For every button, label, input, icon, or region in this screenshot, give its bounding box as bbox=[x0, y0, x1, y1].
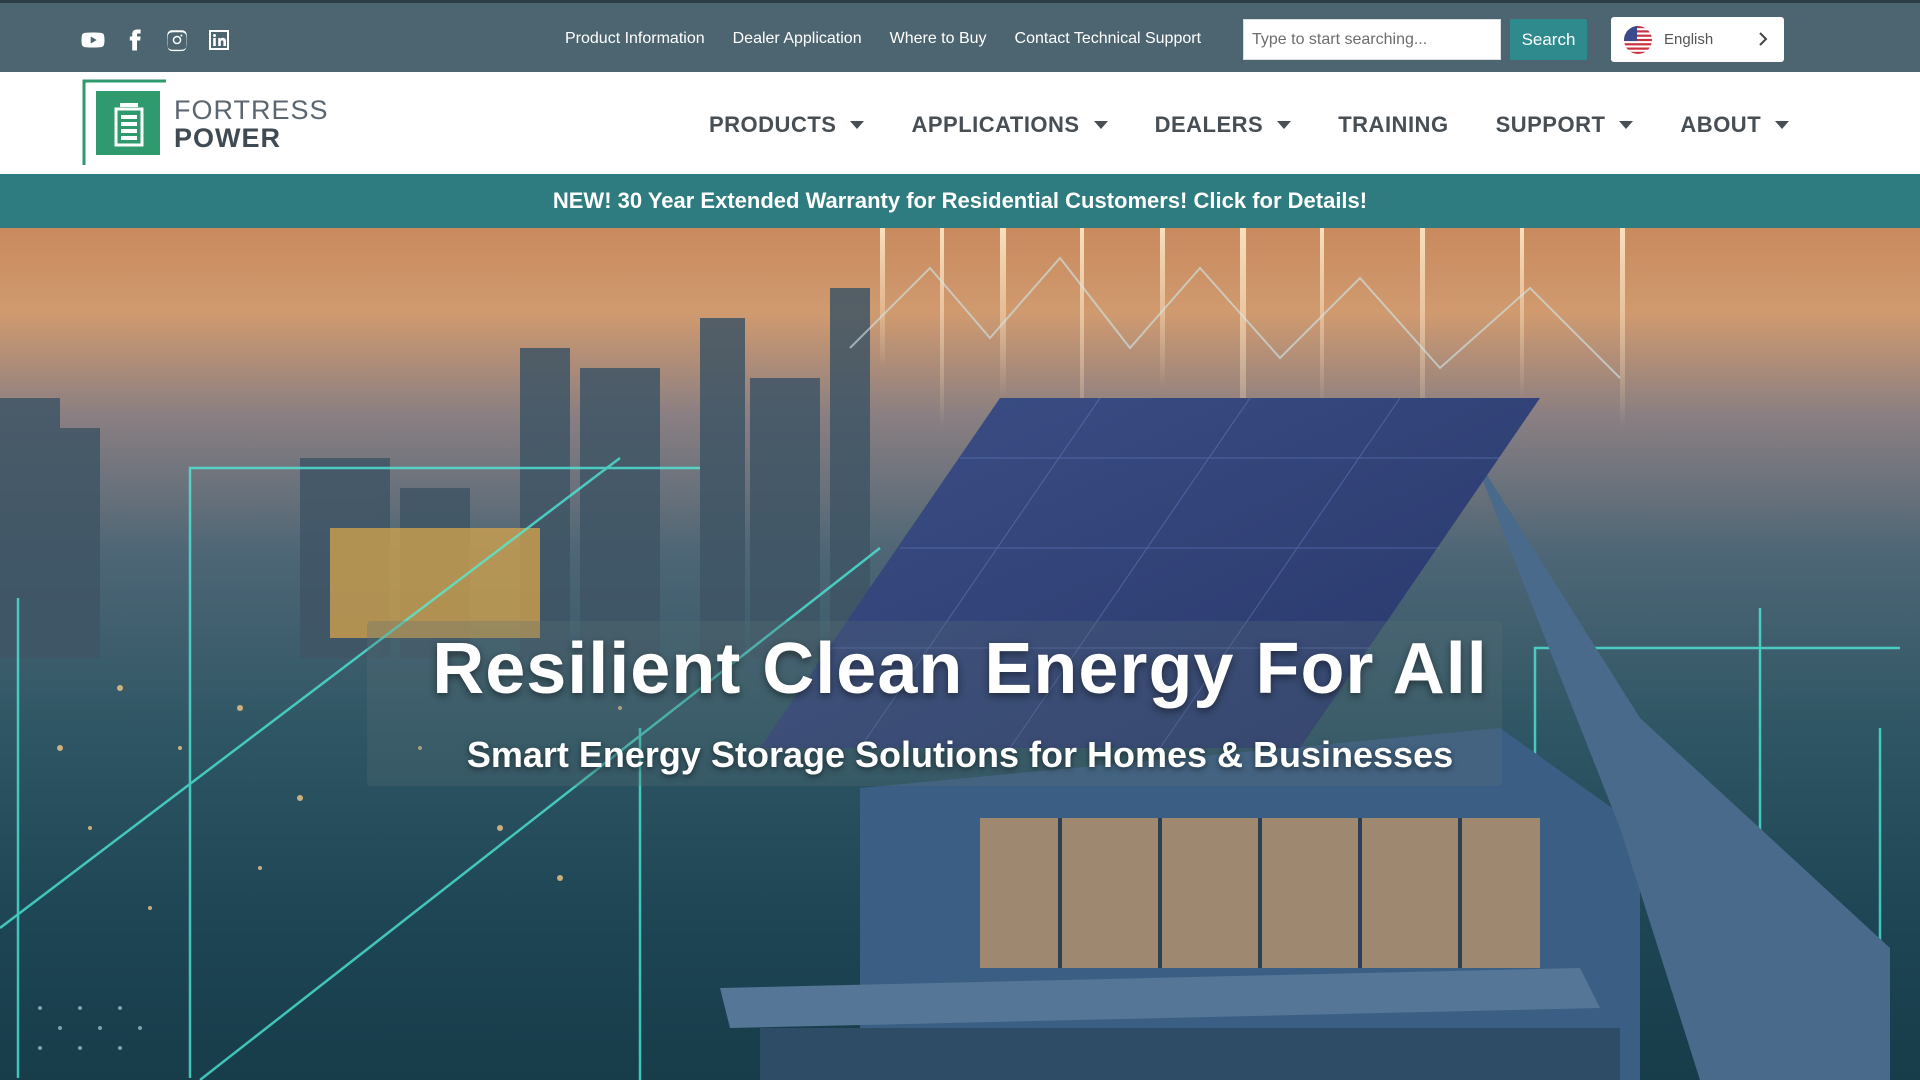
top-utility-bar: Product Information Dealer Application W… bbox=[0, 0, 1920, 72]
contact-technical-support-link[interactable]: Contact Technical Support bbox=[1015, 30, 1201, 48]
nav-label: SUPPORT bbox=[1495, 112, 1606, 137]
logo-text-line2: POWER bbox=[174, 123, 282, 153]
caret-down-icon bbox=[850, 121, 865, 129]
main-navigation: FORTRESS POWER PRODUCTS APPLICATIONS DEA… bbox=[0, 72, 1920, 174]
nav-label: PRODUCTS bbox=[709, 112, 837, 137]
nav-label: DEALERS bbox=[1154, 112, 1264, 137]
nav-products[interactable]: PRODUCTS bbox=[709, 112, 865, 138]
nav-training[interactable]: TRAINING bbox=[1338, 112, 1448, 138]
primary-nav: PRODUCTS APPLICATIONS DEALERS TRAINING S… bbox=[709, 112, 1790, 138]
nav-label: ABOUT bbox=[1680, 112, 1762, 137]
search-input[interactable] bbox=[1243, 19, 1501, 60]
nav-support[interactable]: SUPPORT bbox=[1496, 112, 1634, 138]
us-flag-icon bbox=[1624, 25, 1652, 54]
social-links bbox=[80, 27, 232, 53]
nav-label: APPLICATIONS bbox=[911, 112, 1080, 137]
dealer-application-link[interactable]: Dealer Application bbox=[733, 30, 862, 48]
utility-links: Product Information Dealer Application W… bbox=[565, 30, 1201, 48]
warranty-announcement-banner[interactable]: NEW! 30 Year Extended Warranty for Resid… bbox=[0, 174, 1920, 228]
language-selector[interactable]: English bbox=[1611, 17, 1784, 62]
banner-text: NEW! 30 Year Extended Warranty for Resid… bbox=[552, 188, 1368, 213]
nav-about[interactable]: ABOUT bbox=[1680, 112, 1790, 138]
product-information-link[interactable]: Product Information bbox=[565, 30, 705, 48]
search-button[interactable]: Search bbox=[1510, 19, 1587, 60]
fortress-power-logo[interactable]: FORTRESS POWER bbox=[82, 79, 328, 169]
battery-logo-icon bbox=[82, 79, 166, 165]
hero-section: Resilient Clean Energy For All Smart Ene… bbox=[0, 228, 1920, 1080]
language-label: English bbox=[1664, 31, 1714, 48]
caret-down-icon bbox=[1093, 121, 1108, 129]
caret-down-icon bbox=[1619, 121, 1634, 129]
linkedin-icon[interactable] bbox=[206, 27, 232, 53]
nav-applications[interactable]: APPLICATIONS bbox=[911, 112, 1108, 138]
youtube-icon[interactable] bbox=[80, 27, 106, 53]
caret-down-icon bbox=[1775, 121, 1790, 129]
nav-label: TRAINING bbox=[1338, 112, 1449, 137]
hero-title: Resilient Clean Energy For All bbox=[432, 629, 1488, 709]
nav-dealers[interactable]: DEALERS bbox=[1155, 112, 1292, 138]
instagram-icon[interactable] bbox=[164, 27, 190, 53]
facebook-icon[interactable] bbox=[122, 27, 148, 53]
logo-text-line1: FORTRESS bbox=[174, 95, 329, 125]
where-to-buy-link[interactable]: Where to Buy bbox=[890, 30, 987, 48]
caret-down-icon bbox=[1277, 121, 1292, 129]
hero-subtitle: Smart Energy Storage Solutions for Homes… bbox=[466, 734, 1454, 775]
chevron-right-icon bbox=[1759, 32, 1768, 46]
